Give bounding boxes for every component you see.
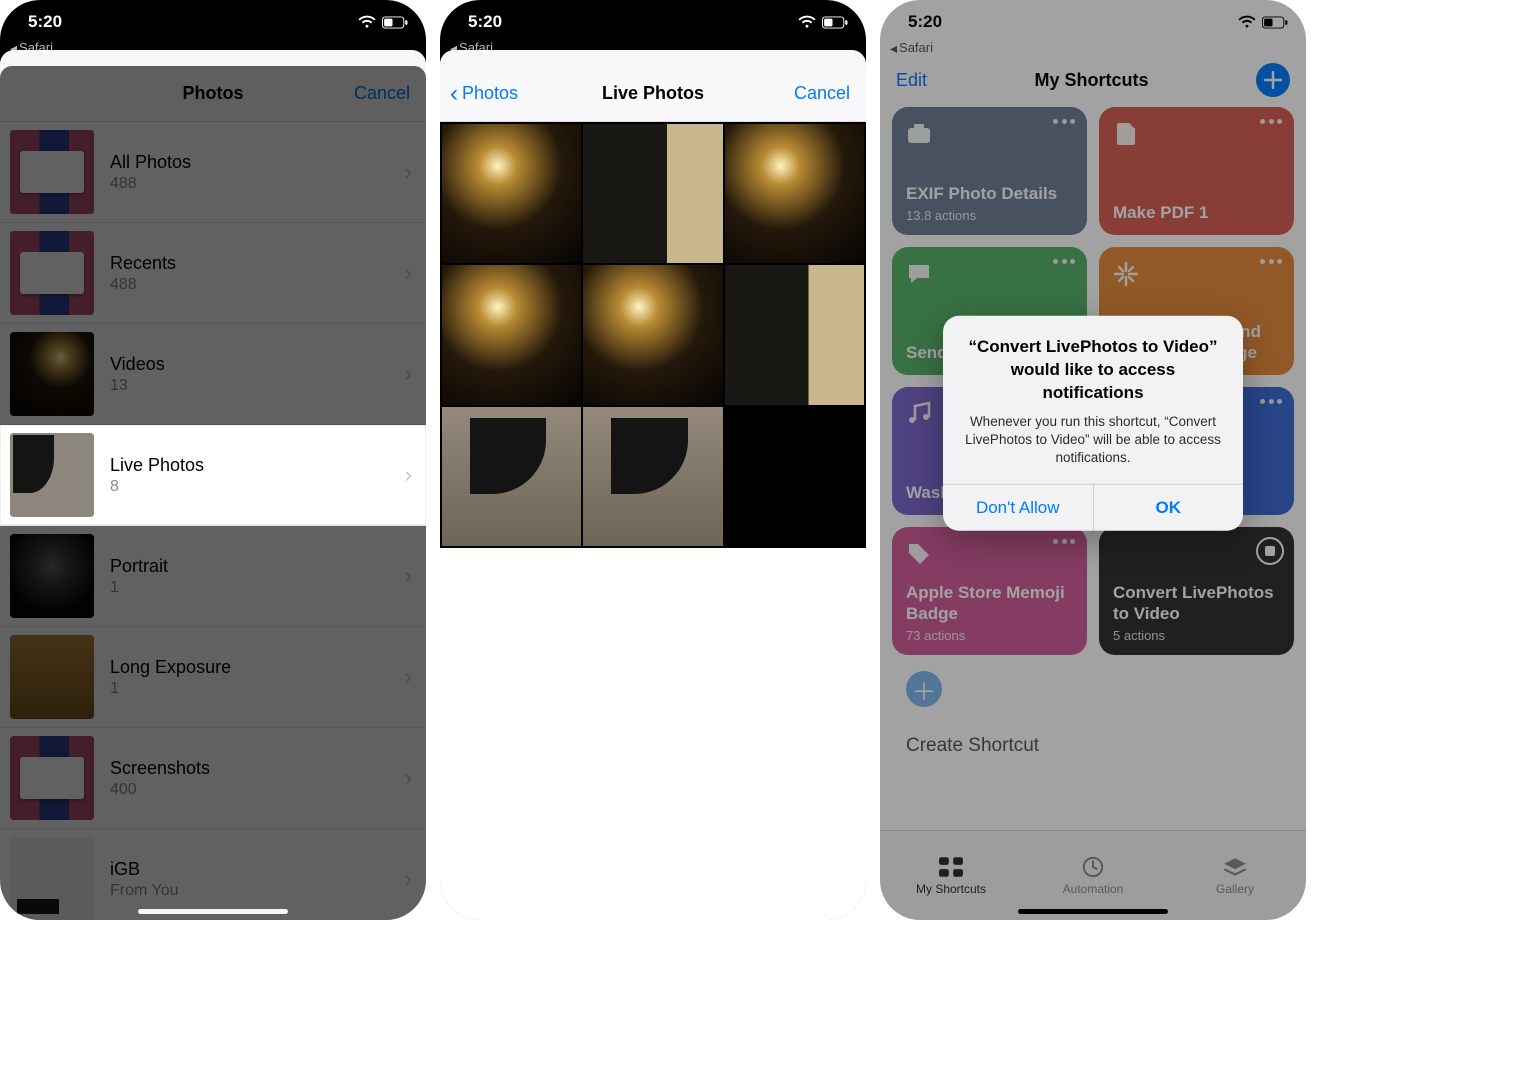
album-name: All Photos [110, 152, 405, 173]
screen-live-photos-grid: 5:20 ◂ Safari ‹ Photos Live Photos Cance… [440, 0, 866, 920]
chevron-right-icon: › [405, 765, 412, 791]
alert-body: “Convert LivePhotos to Video” would like… [943, 316, 1243, 483]
album-name: Videos [110, 354, 405, 375]
permission-alert: “Convert LivePhotos to Video” would like… [943, 316, 1243, 530]
picker-header: Photos Cancel [0, 66, 426, 122]
photo-thumbnail[interactable] [583, 265, 722, 404]
chevron-right-icon: › [405, 159, 412, 185]
chevron-right-icon: › [405, 866, 412, 892]
album-count: 1 [110, 579, 405, 597]
chevron-left-icon: ‹ [450, 80, 458, 108]
back-label: Photos [462, 83, 518, 104]
album-info: iGB From You [110, 859, 405, 900]
album-row-videos[interactable]: Videos 13› [0, 324, 426, 425]
album-thumbnail [10, 332, 94, 416]
album-info: Videos 13 [110, 354, 405, 395]
album-row-all-photos[interactable]: All Photos 488› [0, 122, 426, 223]
album-info: Screenshots 400 [110, 758, 405, 799]
photo-thumbnail[interactable] [725, 124, 864, 263]
album-info: All Photos 488 [110, 152, 405, 193]
cancel-button[interactable]: Cancel [354, 66, 410, 121]
photo-thumbnail[interactable] [442, 407, 581, 546]
photo-grid [440, 122, 866, 548]
alert-ok-button[interactable]: OK [1094, 484, 1244, 530]
album-thumbnail [10, 433, 94, 517]
status-bar: 5:20 [440, 0, 866, 40]
album-count: 8 [110, 478, 405, 496]
album-row-live-photos[interactable]: Live Photos 8› [0, 425, 426, 526]
album-info: Live Photos 8 [110, 455, 405, 496]
chevron-right-icon: › [405, 361, 412, 387]
highlighted-row-slot: Live Photos 8› [0, 425, 426, 526]
album-name: Long Exposure [110, 657, 405, 678]
photo-thumbnail[interactable] [442, 265, 581, 404]
clock: 5:20 [28, 12, 62, 32]
album-thumbnail [10, 736, 94, 820]
album-row-long-exposure[interactable]: Long Exposure 1› [0, 627, 426, 728]
album-thumbnail [10, 231, 94, 315]
album-thumbnail [10, 534, 94, 618]
alert-buttons: Don't Allow OK [943, 483, 1243, 530]
battery-icon [382, 16, 408, 29]
album-name: Live Photos [110, 455, 405, 476]
screen-shortcuts-alert: 5:20 ◂ Safari Edit My Shortcuts EXIF Pho… [880, 0, 1306, 920]
album-info: Long Exposure 1 [110, 657, 405, 698]
album-count: 400 [110, 781, 405, 799]
alert-message: Whenever you run this shortcut, “Convert… [961, 413, 1225, 468]
screen-photos-albums: 5:20 ◂ Safari Photos Cancel All Photos48… [0, 0, 426, 920]
album-info: Recents 488 [110, 253, 405, 294]
photo-thumbnail[interactable] [725, 265, 864, 404]
album-count: 13 [110, 377, 405, 395]
alert-deny-button[interactable]: Don't Allow [943, 484, 1094, 530]
album-count: 1 [110, 680, 405, 698]
picker-header: ‹ Photos Live Photos Cancel [440, 66, 866, 122]
album-row-igb[interactable]: iGB From You› [0, 829, 426, 920]
photo-thumbnail[interactable] [583, 124, 722, 263]
album-thumbnail [10, 130, 94, 214]
album-thumbnail [10, 837, 94, 920]
alert-title: “Convert LivePhotos to Video” would like… [961, 336, 1225, 405]
album-row-recents[interactable]: Recents 488› [0, 223, 426, 324]
album-name: iGB [110, 859, 405, 880]
photo-thumbnail[interactable] [442, 124, 581, 263]
status-icons [798, 15, 848, 29]
photo-thumbnail[interactable] [583, 407, 722, 546]
status-icons [358, 15, 408, 29]
clock: 5:20 [468, 12, 502, 32]
album-count: From You [110, 882, 405, 900]
cancel-button[interactable]: Cancel [794, 66, 850, 121]
wifi-icon [798, 15, 816, 29]
back-button[interactable]: ‹ Photos [450, 66, 518, 121]
album-name: Portrait [110, 556, 405, 577]
battery-icon [822, 16, 848, 29]
chevron-right-icon: › [405, 462, 412, 488]
chevron-right-icon: › [405, 563, 412, 589]
chevron-right-icon: › [405, 260, 412, 286]
picker-title: Photos [183, 83, 244, 104]
status-bar: 5:20 [0, 0, 426, 40]
album-row-screenshots[interactable]: Screenshots 400› [0, 728, 426, 829]
home-indicator[interactable] [1018, 909, 1168, 914]
wifi-icon [358, 15, 376, 29]
album-name: Recents [110, 253, 405, 274]
album-row-portrait[interactable]: Portrait 1› [0, 526, 426, 627]
album-name: Screenshots [110, 758, 405, 779]
album-info: Portrait 1 [110, 556, 405, 597]
album-count: 488 [110, 276, 405, 294]
album-thumbnail [10, 635, 94, 719]
photo-picker-sheet: ‹ Photos Live Photos Cancel [440, 66, 866, 920]
home-indicator[interactable] [578, 909, 728, 914]
chevron-right-icon: › [405, 664, 412, 690]
picker-title: Live Photos [602, 83, 704, 104]
home-indicator[interactable] [138, 909, 288, 914]
album-count: 488 [110, 175, 405, 193]
